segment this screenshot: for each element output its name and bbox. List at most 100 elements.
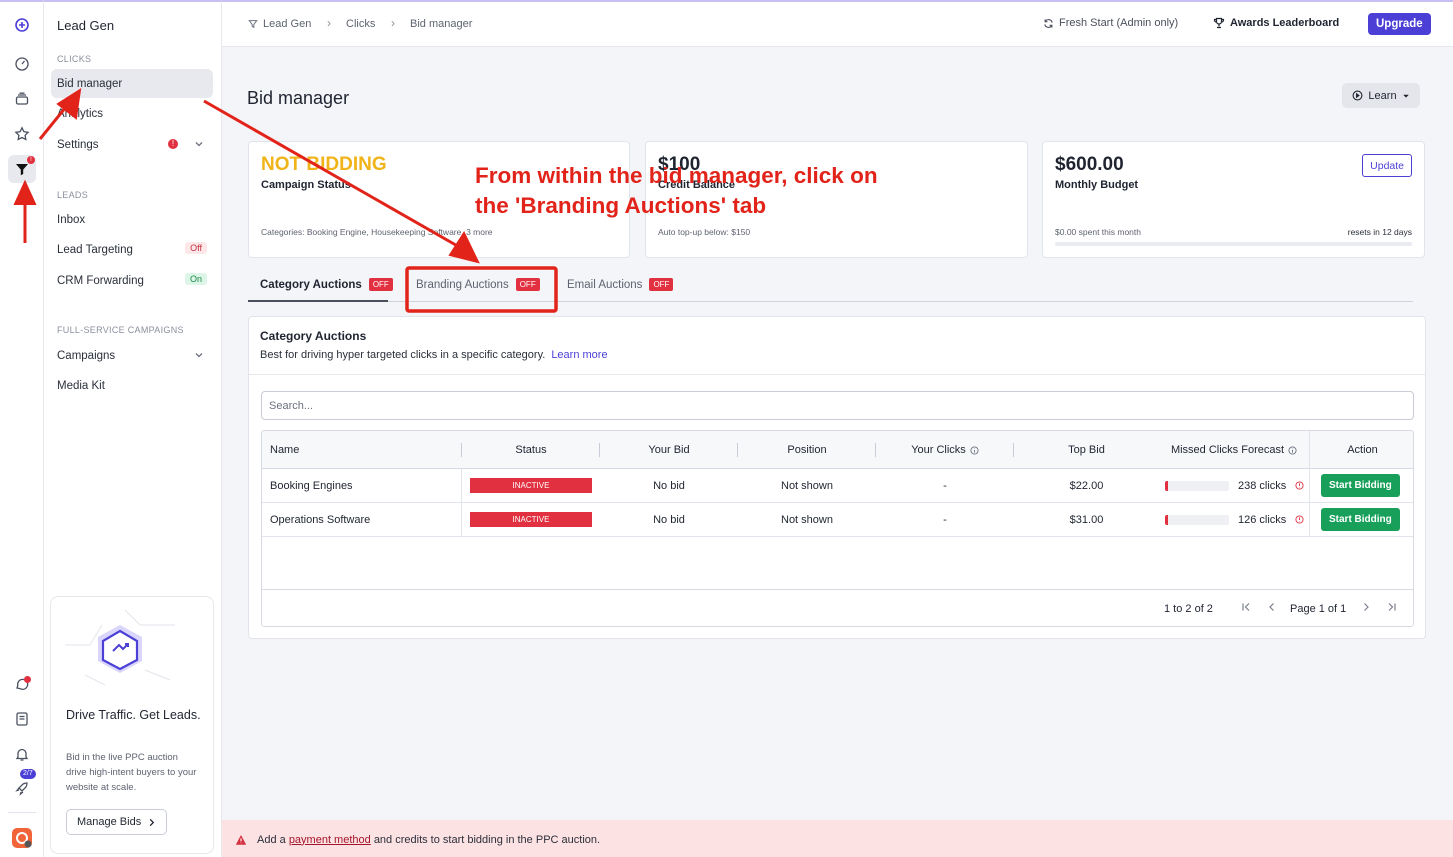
tab-label: Branding Auctions	[416, 278, 509, 291]
sidebar: Lead Gen CLICKS Bid manager Analytics Se…	[44, 0, 222, 857]
missed-clicks-bar-fill	[1165, 514, 1169, 525]
column-header-status[interactable]: Status	[462, 431, 600, 469]
budget-spent-text: $0.00 spent this month	[1055, 227, 1142, 237]
info-icon[interactable]	[1288, 445, 1297, 455]
row-top-bid: $22.00	[1069, 479, 1104, 492]
tab-branding-auctions[interactable]: Branding Auctions OFF	[416, 278, 540, 291]
sidebar-item-label: Settings	[57, 138, 99, 151]
chat-icon[interactable]	[8, 670, 36, 698]
category-auctions-panel: Category Auctions Best for driving hyper…	[248, 316, 1426, 639]
update-budget-button[interactable]: Update	[1362, 154, 1412, 177]
breadcrumb-label: Lead Gen	[263, 18, 312, 30]
campaign-status-value: NOT BIDDING	[261, 154, 387, 175]
row-name: Booking Engines	[270, 479, 353, 492]
filter-icon	[248, 20, 258, 29]
monthly-budget-card: $600.00 Monthly Budget Update $0.00 spen…	[1042, 141, 1425, 258]
promo-card: Drive Traffic. Get Leads. Bid in the liv…	[50, 596, 214, 854]
chevron-down-icon[interactable]	[193, 349, 205, 361]
column-header-position[interactable]: Position	[738, 431, 876, 469]
dashboard-icon[interactable]	[8, 50, 36, 78]
last-page-icon[interactable]	[1385, 600, 1399, 614]
sidebar-item-label: Campaigns	[57, 349, 116, 362]
sidebar-item-settings[interactable]: Settings !	[51, 130, 213, 159]
learn-button[interactable]: Learn	[1342, 83, 1420, 108]
panel-description: Best for driving hyper targeted clicks i…	[260, 349, 608, 361]
chevron-down-icon[interactable]	[193, 138, 205, 150]
sidebar-item-media-kit[interactable]: Media Kit	[51, 371, 213, 400]
breadcrumb-clicks[interactable]: Clicks	[346, 18, 375, 30]
row-status: INACTIVE	[470, 469, 592, 502]
sidebar-item-bid-manager[interactable]: Bid manager	[51, 69, 213, 98]
alert-info-icon[interactable]	[1295, 515, 1304, 524]
sidebar-item-crm-forwarding[interactable]: CRM Forwarding On	[51, 266, 213, 295]
app-logo-icon[interactable]	[8, 11, 36, 39]
status-badge: Off	[185, 242, 207, 254]
row-your-clicks: -	[943, 479, 947, 492]
first-page-icon[interactable]	[1239, 600, 1253, 614]
breadcrumb-lead-gen[interactable]: Lead Gen	[248, 18, 311, 30]
sidebar-item-inbox[interactable]: Inbox	[51, 205, 213, 234]
warning-icon	[235, 834, 247, 845]
breadcrumb-label: Bid manager	[410, 18, 473, 30]
play-circle-icon	[1352, 90, 1363, 101]
column-header-name[interactable]: Name	[270, 431, 299, 469]
alert-info-icon[interactable]	[1295, 481, 1304, 490]
panel-title: Category Auctions	[260, 329, 367, 343]
filter-badge: !	[27, 156, 35, 164]
sidebar-item-campaigns[interactable]: Campaigns	[51, 341, 213, 370]
tab-status-badge: OFF	[515, 278, 540, 291]
table-row: Operations Software INACTIVE No bid Not …	[262, 503, 1413, 537]
breadcrumb-bid-manager: Bid manager	[410, 18, 472, 30]
sidebar-item-analytics[interactable]: Analytics	[51, 99, 213, 128]
sidebar-item-lead-targeting[interactable]: Lead Targeting Off	[51, 235, 213, 264]
section-clicks: CLICKS	[57, 54, 92, 64]
sidebar-item-label: Bid manager	[57, 77, 123, 90]
user-avatar-icon[interactable]	[8, 824, 36, 852]
column-header-your-clicks[interactable]: Your Clicks	[876, 431, 1014, 469]
column-header-action[interactable]: Action	[1310, 431, 1413, 469]
previous-page-icon[interactable]	[1265, 600, 1279, 614]
panel-description-text: Best for driving hyper targeted clicks i…	[260, 349, 546, 361]
star-icon[interactable]	[8, 120, 36, 148]
upgrade-button[interactable]: Upgrade	[1368, 13, 1431, 35]
missed-clicks-value: 238 clicks	[1238, 479, 1287, 492]
start-bidding-button[interactable]: Start Bidding	[1321, 508, 1400, 531]
tab-label: Category Auctions	[260, 278, 362, 291]
tab-status-badge: OFF	[368, 278, 393, 291]
start-bidding-button[interactable]: Start Bidding	[1321, 474, 1400, 497]
info-icon[interactable]	[970, 445, 979, 455]
row-position: Not shown	[781, 479, 833, 492]
section-leads: LEADS	[57, 190, 89, 200]
tab-email-auctions[interactable]: Email Auctions OFF	[567, 278, 674, 291]
sidebar-title: Lead Gen	[57, 18, 115, 33]
tab-status-badge: OFF	[649, 278, 674, 291]
awards-leaderboard-link[interactable]: Awards Leaderboard	[1213, 17, 1339, 29]
row-your-bid: No bid	[653, 513, 685, 526]
tab-category-auctions[interactable]: Category Auctions OFF	[260, 278, 393, 291]
top-bar: Lead Gen › Clicks › Bid manager Fresh St…	[222, 2, 1453, 47]
refresh-icon	[1044, 18, 1053, 28]
rocket-icon[interactable]	[8, 775, 36, 803]
row-action: Start Bidding	[1321, 469, 1400, 502]
status-badge: On	[184, 273, 207, 285]
breadcrumb-separator-icon: ›	[327, 16, 331, 30]
column-header-missed-clicks[interactable]: Missed Clicks Forecast	[1159, 431, 1309, 469]
fresh-start-link[interactable]: Fresh Start (Admin only)	[1043, 17, 1178, 29]
stack-icon[interactable]	[8, 85, 36, 113]
column-header-top-bid[interactable]: Top Bid	[1014, 431, 1159, 469]
column-header-label: Missed Clicks Forecast	[1170, 444, 1285, 456]
next-page-icon[interactable]	[1359, 600, 1373, 614]
fresh-start-label: Fresh Start (Admin only)	[1059, 17, 1179, 29]
caret-down-icon	[1402, 94, 1409, 98]
book-icon[interactable]	[8, 705, 36, 733]
bell-icon[interactable]	[8, 740, 36, 768]
page-title: Bid manager	[247, 88, 350, 108]
column-header-your-bid[interactable]: Your Bid	[600, 431, 738, 469]
payment-method-link[interactable]: payment method	[289, 834, 371, 846]
promo-text: Bid in the live PPC auction drive high-i…	[66, 752, 197, 793]
search-input[interactable]	[261, 391, 1414, 420]
auction-tabs: Category Auctions OFF Branding Auctions …	[248, 272, 1413, 302]
sidebar-item-label: Lead Targeting	[57, 243, 133, 256]
learn-more-link[interactable]: Learn more	[551, 349, 607, 361]
manage-bids-button[interactable]: Manage Bids	[66, 809, 168, 835]
